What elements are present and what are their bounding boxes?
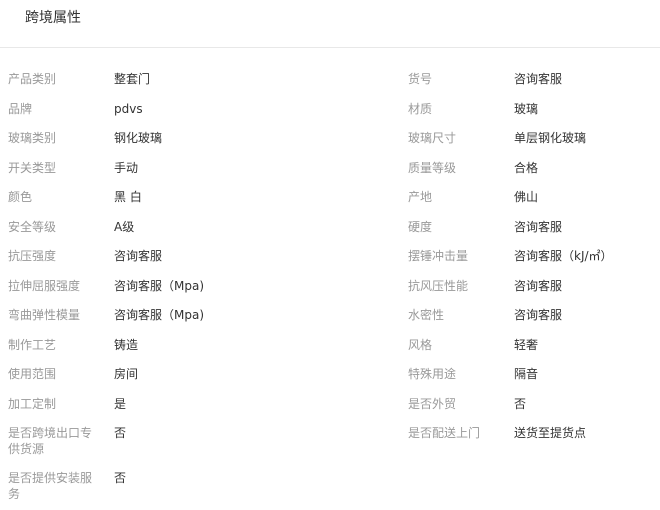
attribute-value: 咨询客服（Mpa) (114, 303, 204, 323)
attribute-value: 隔音 (514, 362, 538, 382)
attribute-label: 风格 (408, 333, 502, 353)
attribute-label: 产地 (408, 185, 502, 205)
attribute-value: 咨询客服 (514, 67, 562, 87)
attribute-label: 颜色 (8, 185, 102, 205)
attribute-label: 材质 (408, 97, 502, 117)
attribute-value: 是 (114, 392, 126, 412)
attribute-value: 房间 (114, 362, 138, 382)
attribute-row: 硬度 咨询客服 (408, 215, 613, 245)
attribute-row: 安全等级 A级 (8, 215, 204, 245)
attribute-row: 摆锤冲击量 咨询客服（kJ/㎡） (408, 244, 613, 274)
attribute-row: 产地 佛山 (408, 185, 613, 215)
attribute-label: 摆锤冲击量 (408, 244, 502, 264)
attribute-row: 质量等级 合格 (408, 156, 613, 186)
attribute-row: 品牌 pdvs (8, 97, 204, 127)
attribute-row: 抗压强度 咨询客服 (8, 244, 204, 274)
attribute-value: 黑 白 (114, 185, 142, 205)
attribute-row: 是否外贸 否 (408, 392, 613, 422)
attribute-value: A级 (114, 215, 134, 235)
attribute-value: 钢化玻璃 (114, 126, 162, 146)
section-title: 跨境属性 (25, 9, 81, 27)
attribute-value: 咨询客服（Mpa) (114, 274, 204, 294)
attribute-label: 抗风压性能 (408, 274, 502, 294)
attribute-row: 水密性 咨询客服 (408, 303, 613, 333)
attribute-label: 是否外贸 (408, 392, 502, 412)
attribute-label: 是否提供安装服务 (8, 466, 102, 502)
attribute-label: 品牌 (8, 97, 102, 117)
attribute-value: 否 (514, 392, 526, 412)
attribute-column-right: 货号 咨询客服 材质 玻璃 玻璃尺寸 单层钢化玻璃 质量等级 合格 产地 佛山 … (408, 67, 613, 451)
attribute-label: 是否跨境出口专供货源 (8, 421, 102, 457)
attribute-row: 抗风压性能 咨询客服 (408, 274, 613, 304)
attribute-label: 水密性 (408, 303, 502, 323)
attribute-row: 产品类别 整套门 (8, 67, 204, 97)
attribute-value: 送货至提货点 (514, 421, 586, 441)
attribute-row: 拉伸屈服强度 咨询客服（Mpa) (8, 274, 204, 304)
attribute-row: 风格 轻奢 (408, 333, 613, 363)
attribute-row: 特殊用途 隔音 (408, 362, 613, 392)
attribute-label: 硬度 (408, 215, 502, 235)
attribute-value: 合格 (514, 156, 538, 176)
attribute-label: 弯曲弹性模量 (8, 303, 102, 323)
attribute-label: 质量等级 (408, 156, 502, 176)
attribute-label: 特殊用途 (408, 362, 502, 382)
attribute-value: 佛山 (514, 185, 538, 205)
attribute-row: 货号 咨询客服 (408, 67, 613, 97)
attribute-value: 否 (114, 421, 126, 441)
attribute-row: 加工定制 是 (8, 392, 204, 422)
section-header: 跨境属性 (0, 0, 660, 48)
attribute-value: pdvs (114, 97, 143, 117)
attribute-value: 铸造 (114, 333, 138, 353)
attribute-label: 玻璃类别 (8, 126, 102, 146)
attribute-row: 颜色 黑 白 (8, 185, 204, 215)
attribute-label: 制作工艺 (8, 333, 102, 353)
attribute-row: 使用范围 房间 (8, 362, 204, 392)
attribute-value: 咨询客服 (114, 244, 162, 264)
attribute-label: 开关类型 (8, 156, 102, 176)
attribute-value: 否 (114, 466, 126, 486)
attribute-label: 使用范围 (8, 362, 102, 382)
attribute-label: 抗压强度 (8, 244, 102, 264)
attribute-label: 拉伸屈服强度 (8, 274, 102, 294)
attribute-value: 玻璃 (514, 97, 538, 117)
attribute-row: 玻璃尺寸 单层钢化玻璃 (408, 126, 613, 156)
attribute-value: 咨询客服 (514, 303, 562, 323)
attribute-value: 咨询客服 (514, 215, 562, 235)
attribute-value: 轻奢 (514, 333, 538, 353)
attribute-label: 加工定制 (8, 392, 102, 412)
attribute-label: 产品类别 (8, 67, 102, 87)
attribute-row: 是否配送上门 送货至提货点 (408, 421, 613, 451)
attribute-row: 开关类型 手动 (8, 156, 204, 186)
attribute-row: 是否提供安装服务 否 (8, 466, 204, 510)
attribute-column-left: 产品类别 整套门 品牌 pdvs 玻璃类别 钢化玻璃 开关类型 手动 颜色 黑 … (8, 67, 204, 510)
attribute-label: 安全等级 (8, 215, 102, 235)
attribute-value: 手动 (114, 156, 138, 176)
attribute-value: 单层钢化玻璃 (514, 126, 586, 146)
attribute-label: 是否配送上门 (408, 421, 502, 441)
attribute-label: 货号 (408, 67, 502, 87)
attribute-value: 咨询客服 (514, 274, 562, 294)
attribute-value: 整套门 (114, 67, 150, 87)
attribute-row: 弯曲弹性模量 咨询客服（Mpa) (8, 303, 204, 333)
attribute-row: 材质 玻璃 (408, 97, 613, 127)
attribute-value: 咨询客服（kJ/㎡） (514, 244, 613, 264)
attribute-row: 是否跨境出口专供货源 否 (8, 421, 204, 466)
attribute-label: 玻璃尺寸 (408, 126, 502, 146)
attribute-row: 制作工艺 铸造 (8, 333, 204, 363)
attribute-row: 玻璃类别 钢化玻璃 (8, 126, 204, 156)
